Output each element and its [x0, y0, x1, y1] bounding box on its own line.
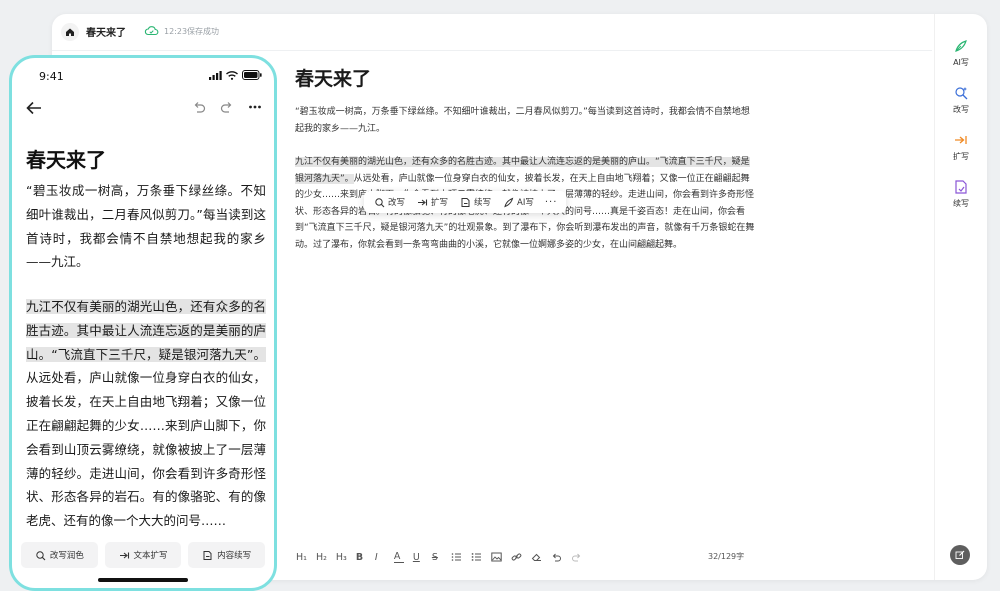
continue-icon — [203, 550, 212, 560]
phone-paragraph-2-rest: 从远处看，庐山就像一位身穿白衣的仙女，披着长发，在天上自由地飞翔着；又像一位正在… — [26, 370, 266, 529]
expand-icon — [955, 136, 967, 144]
selection-toolbar: 改写 扩写 续写 AI写 ··· — [364, 191, 567, 213]
bullet-list-button[interactable] — [471, 552, 482, 562]
polish-button[interactable]: 改写润色 — [21, 542, 98, 568]
image-icon — [491, 552, 502, 562]
undo-icon — [552, 553, 561, 562]
phone-paragraph-2[interactable]: 九江不仅有美丽的湖光山色，还有众多的名胜古迹。其中最让人流连忘返的是美丽的庐山。… — [26, 295, 266, 533]
phone-ai-actions: 改写润色 文本扩写 内容续写 — [21, 542, 266, 568]
polish-label: 改写润色 — [49, 551, 84, 561]
edit-fab-button[interactable] — [950, 545, 970, 565]
toolbar-ai-write-label: AI写 — [517, 198, 534, 208]
continue-icon — [461, 197, 470, 207]
paragraph-1[interactable]: “碧玉妆成一树高，万条垂下绿丝绦。不知细叶谁裁出，二月春风似剪刀。”每当读到这首… — [295, 104, 755, 137]
word-count: 32/129字 — [708, 552, 745, 561]
undo-button[interactable] — [551, 552, 562, 562]
more-icon[interactable] — [248, 100, 262, 114]
side-ai-write-button[interactable]: AI写 — [935, 38, 987, 68]
battery-icon — [242, 70, 262, 80]
heading-2-button[interactable]: H₂ — [316, 552, 327, 563]
rewrite-sparkle-icon — [955, 87, 968, 100]
phone-selected-text[interactable]: 九江不仅有美丽的湖光山色，还有众多的名胜古迹。其中最让人流连忘返的是美丽的庐山。… — [26, 299, 266, 362]
home-button[interactable] — [61, 23, 79, 41]
toolbar-rewrite-label: 改写 — [388, 198, 406, 208]
side-expand-button[interactable]: 扩写 — [935, 132, 987, 162]
document-tab-title: 春天来了 — [86, 28, 126, 39]
feather-pen-icon — [504, 197, 514, 207]
phone-document-title[interactable]: 春天来了 — [26, 144, 106, 173]
cloud-saved-icon — [144, 26, 159, 36]
eraser-icon — [531, 553, 541, 561]
toolbar-rewrite-button[interactable]: 改写 — [370, 196, 409, 208]
back-button[interactable] — [26, 100, 42, 119]
side-expand-label: 扩写 — [953, 152, 969, 161]
toolbar-more-button[interactable]: ··· — [542, 197, 561, 208]
strikethrough-button[interactable]: S — [432, 552, 442, 563]
rewrite-icon — [375, 197, 385, 207]
home-icon — [66, 28, 74, 36]
insert-image-button[interactable] — [491, 552, 502, 562]
content-continue-label: 内容续写 — [217, 551, 252, 561]
ordered-list-icon — [451, 553, 461, 561]
edit-icon — [955, 550, 965, 559]
text-color-button[interactable]: A — [393, 551, 404, 563]
insert-link-button[interactable] — [511, 552, 522, 562]
phone-mockup: 9:41 春天来了 “碧玉妆成一树高，万条垂下绿丝绦。不知细叶谁裁出，二月春风似… — [9, 55, 277, 591]
expand-icon — [418, 199, 428, 205]
italic-button[interactable]: I — [375, 552, 385, 563]
feather-pen-icon — [955, 40, 967, 52]
status-time: 9:41 — [39, 70, 64, 83]
ai-side-panel: AI写 改写 扩写 续写 — [934, 14, 987, 580]
heading-3-button[interactable]: H₃ — [336, 552, 347, 563]
home-indicator — [98, 578, 188, 582]
document-title[interactable]: 春天来了 — [295, 64, 371, 91]
wifi-icon — [226, 70, 238, 80]
toolbar-continue-label: 续写 — [474, 198, 492, 208]
phone-paragraph-1[interactable]: “碧玉妆成一树高，万条垂下绿丝绦。不知细叶谁裁出，二月春风似剪刀。”每当读到这首… — [26, 179, 266, 274]
save-status: 12:23保存成功 — [164, 27, 220, 36]
toolbar-continue-button[interactable]: 续写 — [456, 196, 495, 208]
heading-1-button[interactable]: H₁ — [296, 552, 307, 563]
back-arrow-icon — [26, 101, 41, 115]
undo-icon[interactable] — [192, 100, 206, 114]
content-continue-button[interactable]: 内容续写 — [188, 542, 266, 568]
toolbar-expand-label: 扩写 — [431, 198, 449, 208]
redo-button[interactable] — [571, 552, 582, 562]
underline-button[interactable]: U — [413, 552, 423, 563]
bullet-list-icon — [471, 553, 481, 561]
side-ai-write-label: AI写 — [953, 58, 969, 67]
bold-button[interactable]: B — [356, 552, 366, 563]
clear-format-button[interactable] — [531, 552, 542, 562]
text-expand-button[interactable]: 文本扩写 — [104, 542, 182, 568]
toolbar-ai-write-button[interactable]: AI写 — [499, 196, 538, 208]
redo-icon[interactable] — [220, 100, 234, 114]
redo-icon — [571, 553, 581, 562]
signal-icon — [209, 70, 222, 80]
continue-icon — [955, 180, 967, 194]
editor-header: 春天来了 12:23保存成功 — [52, 14, 932, 51]
link-icon — [511, 553, 522, 561]
ordered-list-button[interactable] — [451, 552, 462, 562]
side-continue-button[interactable]: 续写 — [935, 179, 987, 209]
phone-header-actions — [192, 100, 262, 114]
rewrite-icon — [36, 550, 46, 560]
expand-icon — [119, 552, 129, 558]
text-expand-label: 文本扩写 — [133, 551, 168, 561]
format-toolbar: H₁ H₂ H₃ B I A U S — [296, 549, 582, 565]
status-icons — [209, 70, 262, 80]
side-rewrite-button[interactable]: 改写 — [935, 85, 987, 115]
side-rewrite-label: 改写 — [953, 105, 969, 114]
side-continue-label: 续写 — [953, 199, 969, 208]
toolbar-expand-button[interactable]: 扩写 — [413, 196, 452, 208]
